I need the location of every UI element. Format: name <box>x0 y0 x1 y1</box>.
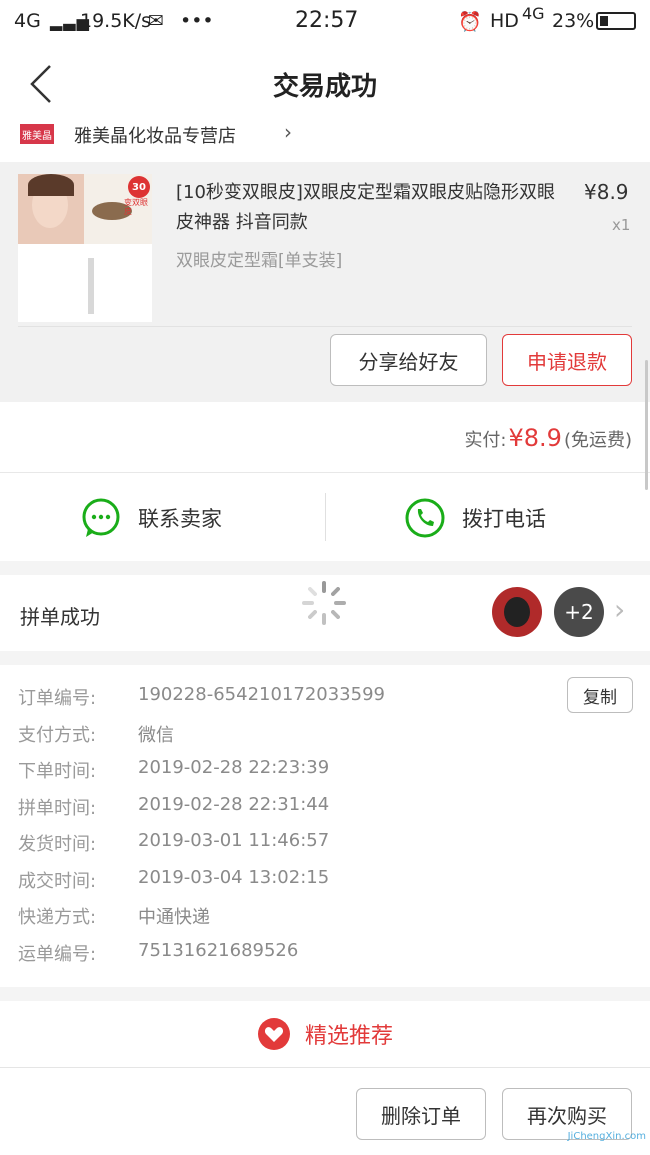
contact-row: 联系卖家 拨打电话 <box>0 473 650 561</box>
divider <box>325 493 326 541</box>
product-qty: x1 <box>612 216 631 234</box>
recommend-header: 精选推荐 <box>0 1017 650 1051</box>
order-row: 发货时间: 2019-03-01 11:46:57 <box>18 830 330 855</box>
divider <box>18 326 632 327</box>
speed-label: 19.5K/s <box>80 10 152 32</box>
clock: 22:57 <box>295 8 359 33</box>
eye-closeup-image: 30 变双眼皮 <box>84 174 152 244</box>
delete-order-button[interactable]: 删除订单 <box>356 1088 486 1140</box>
shop-name: 雅美晶化妆品专营店 <box>74 126 236 147</box>
payment-amount: ¥8.9 <box>508 424 562 452</box>
group-buy-label: 拼单成功 <box>20 605 100 629</box>
section-gap <box>0 561 650 575</box>
group-buy-row[interactable]: 拼单成功 +2 › <box>0 575 650 651</box>
heart-icon <box>257 1018 290 1050</box>
shop-logo: 雅美晶 <box>20 124 54 144</box>
battery-label: 23% <box>552 10 595 32</box>
order-row: 拼单时间: 2019-02-28 22:31:44 <box>18 793 330 819</box>
product-price: ¥8.9 <box>584 180 629 204</box>
recommend-section: 精选推荐 <box>0 1001 650 1067</box>
order-row: 下单时间: 2019-02-28 22:23:39 <box>18 757 330 782</box>
product-tube-image <box>88 258 94 314</box>
order-row: 快递方式: 中通快递 <box>18 907 210 928</box>
recommend-label: 精选推荐 <box>304 1024 393 1049</box>
chevron-right-icon: › <box>614 593 626 626</box>
page-title: 交易成功 <box>272 72 377 102</box>
order-row: 成交时间: 2019-03-04 13:02:15 <box>18 866 330 892</box>
contact-seller-label: 联系卖家 <box>138 507 222 531</box>
product-spec: 双眼皮定型霜[单支装] <box>176 251 343 271</box>
call-phone-label: 拨打电话 <box>462 507 546 531</box>
payment-row: 实付: ¥8.9 (免运费) <box>0 402 650 472</box>
call-phone-button[interactable]: 拨打电话 <box>404 497 546 539</box>
loading-spinner-icon <box>302 581 346 625</box>
chevron-right-icon: › <box>284 120 292 144</box>
battery-icon <box>596 12 636 30</box>
copy-button[interactable]: 复制 <box>567 677 633 713</box>
product-image: 30 变双眼皮 <box>18 174 152 322</box>
section-gap <box>0 987 650 1001</box>
chat-bubble-icon <box>82 498 120 537</box>
share-button[interactable]: 分享给好友 <box>330 334 487 386</box>
contact-seller-button[interactable]: 联系卖家 <box>80 497 222 539</box>
alarm-icon: ⏰ <box>458 11 482 33</box>
network2-label: 4G <box>522 4 545 23</box>
hd-label: HD <box>490 10 519 32</box>
refund-button[interactable]: 申请退款 <box>502 334 632 386</box>
order-row: 运单编号: 75131621689526 <box>18 939 299 965</box>
status-bar: 4G ▂▃▅ 19.5K/s ✉ ••• 22:57 ⏰ HD 4G 23% <box>0 0 650 44</box>
product-card[interactable]: 30 变双眼皮 [10秒变双眼皮]双眼皮定型霜双眼皮贴隐形双眼皮神器 抖音同款 … <box>0 162 650 402</box>
phone-icon <box>405 498 445 538</box>
wechat-icon: ✉ <box>148 10 164 32</box>
more-avatars-badge: +2 <box>554 587 604 637</box>
shop-row[interactable]: 雅美晶 雅美晶化妆品专营店 › <box>0 114 650 154</box>
order-row: 订单编号: 190228-654210172033599 <box>18 684 385 709</box>
badge-sub: 变双眼皮 <box>124 198 148 216</box>
scrollbar[interactable] <box>645 360 648 490</box>
product-badge: 30 <box>128 176 150 198</box>
nav-bar: 交易成功 <box>0 48 650 120</box>
model-face-image <box>18 174 84 244</box>
watermark: JiChengXin.com <box>567 1131 646 1142</box>
product-title: [10秒变双眼皮]双眼皮定型霜双眼皮贴隐形双眼皮神器 抖音同款 <box>176 182 555 233</box>
payment-summary: 实付: ¥8.9 (免运费) <box>464 424 632 452</box>
network-label: 4G <box>14 10 41 32</box>
order-row: 支付方式: 微信 <box>18 724 174 746</box>
more-dots-icon: ••• <box>180 10 214 32</box>
payment-note: (免运费) <box>563 430 632 451</box>
order-rows: 订单编号: 190228-654210172033599 支付方式: 微信 下单时间… <box>18 684 385 976</box>
order-info: 复制 订单编号: 190228-654210172033599 支付方式: 微信 下… <box>0 665 650 987</box>
avatar <box>492 587 542 637</box>
payment-label: 实付: <box>464 430 507 451</box>
bottom-bar: 删除订单 再次购买 JiChengXin.com <box>0 1068 650 1155</box>
section-gap <box>0 651 650 665</box>
